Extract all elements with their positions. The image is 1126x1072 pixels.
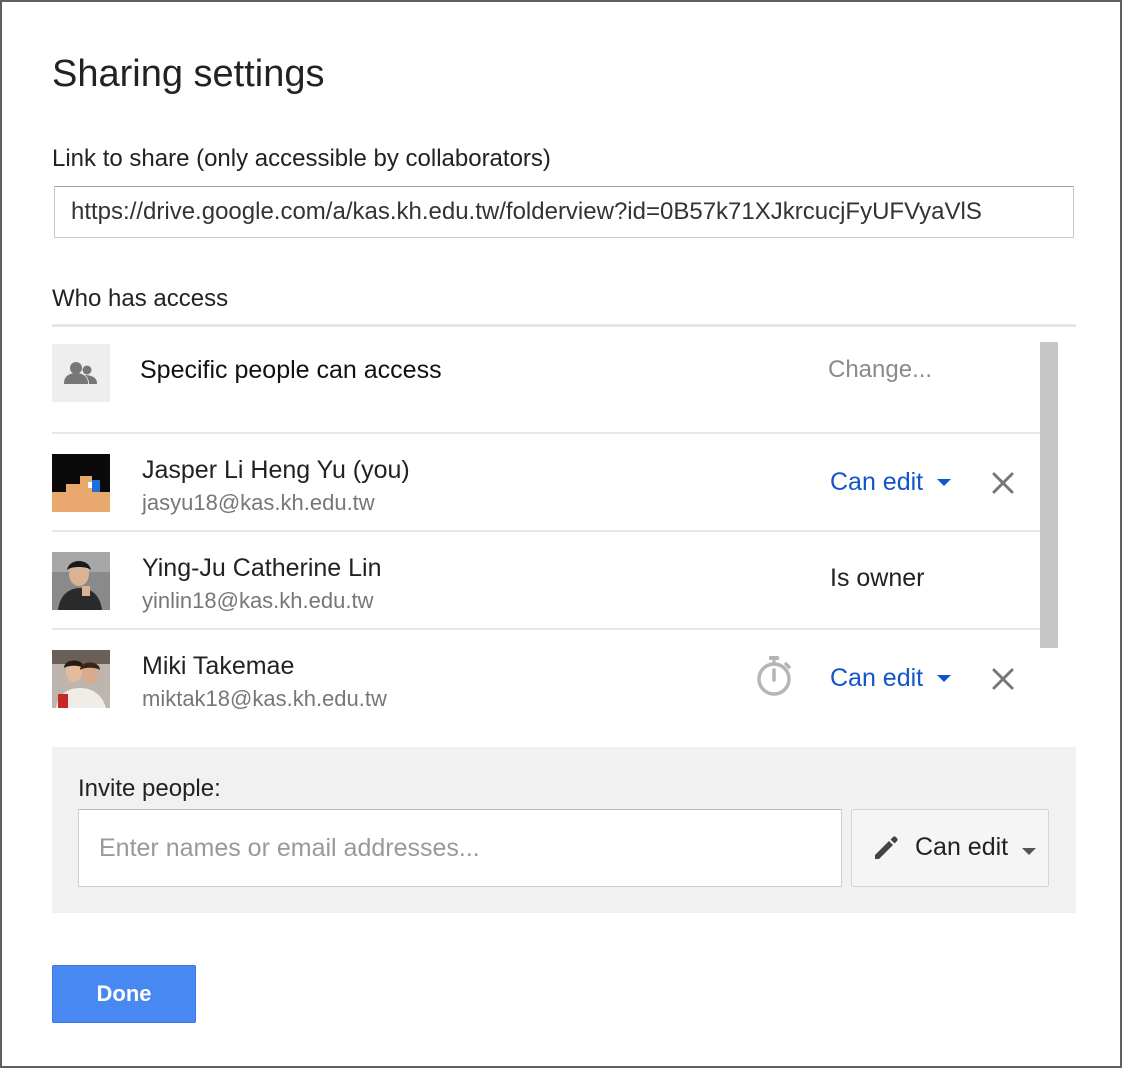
invite-permission-label: Can edit: [915, 833, 1009, 861]
person-row: Miki Takemae miktak18@kas.kh.edu.tw Can …: [52, 630, 1044, 720]
access-list: Specific people can access Change... Jas…: [52, 328, 1076, 720]
sharing-dialog: Sharing settings Link to share (only acc…: [0, 0, 1122, 1068]
who-has-access-heading: Who has access: [52, 285, 229, 312]
owner-label: Is owner: [830, 564, 925, 592]
invite-input[interactable]: [78, 809, 842, 887]
person-row: Jasper Li Heng Yu (you) jasyu18@kas.kh.e…: [52, 434, 1044, 532]
chevron-down-icon: [937, 675, 952, 682]
pencil-icon: [875, 836, 898, 859]
person-name: Ying-Ju Catherine Lin: [142, 554, 382, 582]
invite-label: Invite people:: [78, 775, 221, 802]
chevron-down-icon: [937, 479, 952, 486]
invite-permission-dropdown[interactable]: Can edit: [851, 809, 1049, 887]
avatar: [52, 650, 110, 708]
change-visibility-link[interactable]: Change...: [828, 356, 932, 384]
timer-icon: [752, 654, 796, 698]
avatar: [52, 454, 110, 512]
close-icon: [992, 668, 1014, 690]
access-list-scrollbar[interactable]: [1040, 342, 1058, 720]
access-divider: [52, 324, 1076, 327]
link-label: Link to share (only accessible by collab…: [52, 145, 551, 172]
invite-panel: Invite people: Can edit: [52, 747, 1076, 913]
done-button[interactable]: Done: [52, 965, 196, 1023]
chevron-down-icon: [1022, 848, 1036, 855]
remove-person-button[interactable]: [988, 664, 1018, 694]
dialog-title: Sharing settings: [52, 53, 325, 95]
close-icon: [992, 472, 1014, 494]
permission-dropdown[interactable]: Can edit: [830, 664, 952, 693]
permission-label: Can edit: [830, 468, 924, 496]
person-name: Jasper Li Heng Yu (you): [142, 456, 410, 484]
person-row: Ying-Ju Catherine Lin yinlin18@kas.kh.ed…: [52, 532, 1044, 630]
permission-dropdown[interactable]: Can edit: [830, 468, 952, 497]
person-name: Miki Takemae: [142, 652, 295, 680]
remove-person-button[interactable]: [988, 468, 1018, 498]
person-email: jasyu18@kas.kh.edu.tw: [142, 490, 375, 515]
person-email: miktak18@kas.kh.edu.tw: [142, 686, 387, 711]
visibility-text: Specific people can access: [140, 356, 442, 384]
share-link-input[interactable]: [54, 186, 1074, 238]
person-email: yinlin18@kas.kh.edu.tw: [142, 588, 374, 613]
scrollbar-thumb[interactable]: [1040, 342, 1058, 648]
permission-label: Can edit: [830, 664, 924, 692]
visibility-row: Specific people can access Change...: [52, 328, 1044, 434]
people-icon: [52, 344, 110, 402]
avatar: [52, 552, 110, 610]
